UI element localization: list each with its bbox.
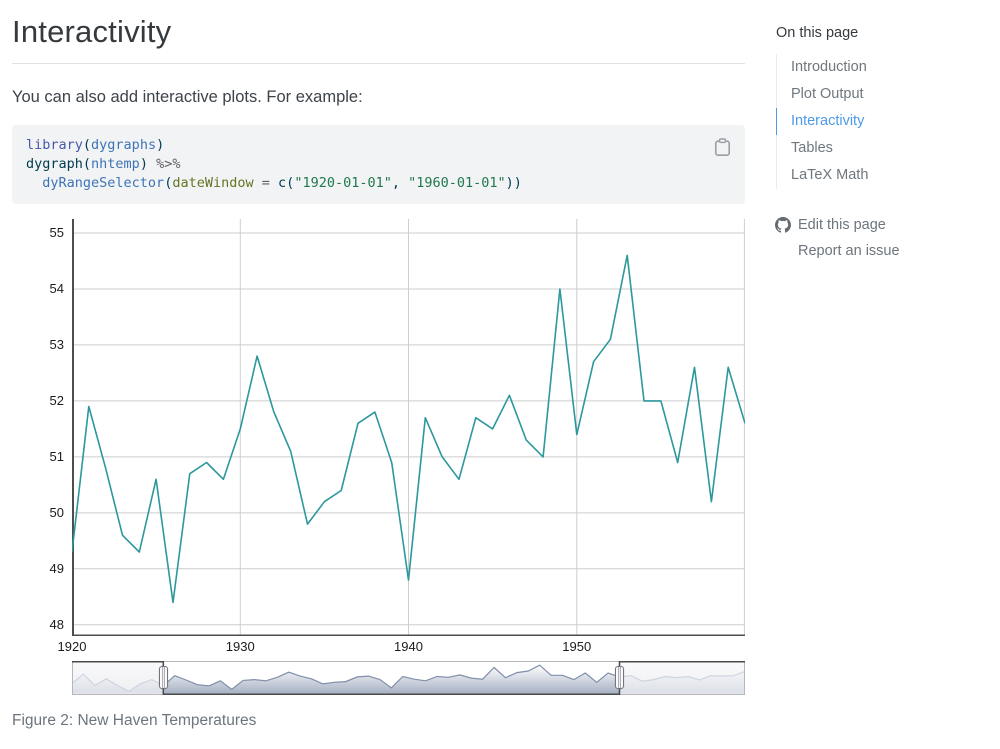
- y-tick-label: 53: [12, 336, 64, 354]
- toc-heading: On this page: [776, 25, 991, 41]
- y-tick-label: 49: [12, 560, 64, 578]
- toc-link[interactable]: LaTeX Math: [776, 162, 991, 189]
- copy-code-button[interactable]: [712, 136, 733, 159]
- y-tick-label: 52: [12, 392, 64, 410]
- dygraph-plot[interactable]: [72, 219, 745, 636]
- intro-paragraph: You can also add interactive plots. For …: [12, 87, 745, 108]
- code-line: library(dygraphs): [26, 136, 731, 155]
- page-title: Interactivity: [12, 14, 745, 64]
- x-axis-labels: 1920 1930 1940 1950: [12, 638, 745, 656]
- report-an-issue[interactable]: Report an issue: [776, 242, 991, 261]
- toc-item-tables: Tables: [777, 135, 991, 162]
- figure-caption: Figure 2: New Haven Temperatures: [12, 712, 256, 730]
- code-block: library(dygraphs)dygraph(nhtemp) %>% dyR…: [12, 125, 745, 204]
- code-line: dygraph(nhtemp) %>%: [26, 155, 731, 174]
- x-tick-label: 1920: [42, 638, 102, 656]
- toc-item-introduction: Introduction: [777, 54, 991, 81]
- toc-actions: Edit this page Report an issue: [776, 216, 991, 261]
- dim-left: [72, 661, 163, 695]
- clipboard-icon: [714, 145, 731, 160]
- toc-link[interactable]: Introduction: [776, 54, 991, 81]
- x-tick-label: 1940: [379, 638, 439, 656]
- y-axis-labels: 48 49 50 51 52 53 54 55: [12, 219, 66, 636]
- edit-this-page[interactable]: Edit this page: [776, 216, 991, 235]
- y-tick-label: 48: [12, 616, 64, 634]
- edit-this-page-link[interactable]: Edit this page: [798, 217, 886, 233]
- y-tick-label: 55: [12, 224, 64, 242]
- x-tick-label: 1950: [547, 638, 607, 656]
- code-line: dyRangeSelector(dateWindow = c("1920-01-…: [26, 174, 731, 193]
- toc-item-plot-output: Plot Output: [777, 81, 991, 108]
- temperature-chart[interactable]: 48 49 50 51 52 53 54 55 1920 1930 1940 1950 Figure…: [12, 219, 745, 735]
- main-content: Interactivity You can also add interacti…: [12, 0, 745, 735]
- toc-item-latex-math: LaTeX Math: [777, 162, 991, 189]
- toc-link[interactable]: Interactivity: [776, 108, 991, 135]
- x-tick-label: 1930: [210, 638, 270, 656]
- documentation-page: Interactivity You can also add interacti…: [0, 0, 1000, 749]
- github-icon: [775, 217, 791, 239]
- code-content[interactable]: library(dygraphs)dygraph(nhtemp) %>% dyR…: [26, 136, 731, 193]
- toc-sidebar: On this page IntroductionPlot OutputInte…: [776, 25, 991, 268]
- dim-right: [620, 661, 746, 695]
- toc-link[interactable]: Tables: [776, 135, 991, 162]
- toc-list: IntroductionPlot OutputInteractivityTabl…: [776, 54, 991, 189]
- toc-link[interactable]: Plot Output: [776, 81, 991, 108]
- range-handle-left[interactable]: [159, 666, 168, 689]
- y-tick-label: 50: [12, 504, 64, 522]
- toc-item-interactivity: Interactivity: [777, 108, 991, 135]
- range-handle-right[interactable]: [615, 666, 624, 689]
- report-an-issue-link[interactable]: Report an issue: [798, 243, 900, 259]
- y-tick-label: 51: [12, 448, 64, 466]
- y-tick-label: 54: [12, 280, 64, 298]
- range-selector[interactable]: [72, 661, 745, 695]
